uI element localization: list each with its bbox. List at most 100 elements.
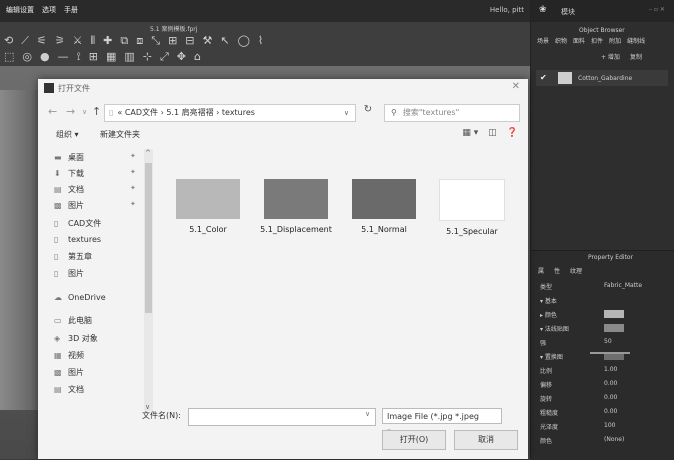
tool-icon[interactable]: ⚞: [55, 34, 65, 48]
tool-icon[interactable]: ⫴: [91, 34, 96, 48]
file-thumbnail: [439, 179, 505, 221]
property-value[interactable]: 1.00: [604, 366, 617, 373]
tool-icon[interactable]: ✥: [177, 50, 186, 64]
tool-icon[interactable]: ↖: [220, 34, 229, 48]
forward-arrow-icon[interactable]: →: [66, 105, 75, 118]
texture-swatch[interactable]: [604, 324, 624, 332]
sidebar-item[interactable]: ▯ 图片: [54, 268, 84, 279]
property-value[interactable]: (None): [604, 436, 624, 443]
ob-tab[interactable]: 附加: [609, 36, 621, 45]
tool-icon[interactable]: ◯: [238, 34, 250, 48]
property-editor-tabs: 属 性 纹理: [538, 266, 582, 275]
help-icon[interactable]: ❓: [507, 128, 518, 138]
copy-button[interactable]: 复制: [630, 52, 642, 61]
filename-dropdown-icon[interactable]: ∨: [365, 410, 370, 418]
tool-icon[interactable]: ⚔: [73, 34, 83, 48]
tool-icon[interactable]: ●: [40, 50, 50, 64]
property-value[interactable]: 100: [604, 422, 615, 429]
tool-icon[interactable]: ◎: [22, 50, 32, 64]
tool-icon[interactable]: ⟟: [77, 50, 81, 64]
navigation-scrollbar[interactable]: ^ ∨: [144, 149, 153, 411]
file-item[interactable]: 5.1_Color: [172, 179, 244, 234]
tool-icon[interactable]: ⊟: [185, 34, 194, 48]
strength-slider[interactable]: [590, 352, 630, 354]
file-item[interactable]: 5.1_Normal: [348, 179, 420, 234]
tool-icon[interactable]: ⊹: [143, 50, 152, 64]
file-item[interactable]: 5.1_Specular: [436, 179, 508, 236]
open-button[interactable]: 打开(O): [382, 430, 446, 450]
sidebar-item[interactable]: ▩ 图片: [54, 367, 84, 378]
address-dropdown-icon[interactable]: ∨: [344, 105, 349, 121]
object-list-item[interactable]: ✔ Cotton_Gabardine: [536, 70, 668, 86]
ob-tab[interactable]: 缝制线: [627, 36, 645, 45]
tool-icon[interactable]: ⌇: [258, 34, 263, 48]
property-value[interactable]: 0.00: [604, 380, 617, 387]
sidebar-item[interactable]: ◈ 3D 对象: [54, 333, 98, 344]
pe-tab[interactable]: 纹理: [570, 266, 582, 275]
download-icon: ⬇: [54, 169, 61, 178]
tool-icon[interactable]: ⧉: [120, 34, 128, 48]
sidebar-item[interactable]: ▦ 视频: [54, 350, 84, 361]
organize-button[interactable]: 组织 ▾: [56, 129, 79, 140]
tool-icon[interactable]: ⧈: [136, 34, 143, 48]
search-input[interactable]: ⚲ 搜索"textures": [384, 104, 520, 122]
tool-icon[interactable]: ⌂: [194, 50, 201, 64]
refresh-icon[interactable]: ↻: [358, 104, 378, 120]
property-value[interactable]: 50: [604, 338, 612, 345]
up-arrow-icon[interactable]: ↑: [92, 105, 101, 118]
window-controls-icon[interactable]: – ▫ ✕: [649, 6, 665, 13]
filename-input[interactable]: [188, 408, 376, 426]
ob-tab[interactable]: 织物: [555, 36, 567, 45]
ob-tab[interactable]: 场景: [537, 36, 549, 45]
tool-icon[interactable]: ⤡: [151, 34, 160, 48]
property-value[interactable]: 0.00: [604, 408, 617, 415]
menu-item-edit-settings[interactable]: 编辑设置: [6, 5, 34, 15]
preview-pane-icon[interactable]: ◫: [488, 128, 497, 138]
video-icon: ▦: [54, 351, 62, 360]
close-icon[interactable]: ✕: [512, 81, 520, 92]
chevron-down-icon[interactable]: ∨: [82, 108, 87, 116]
address-bar[interactable]: ▯ « CAD文件 › 5.1 肩亮褶褶 › textures ∨: [104, 104, 356, 122]
sidebar-item[interactable]: ▯ CAD文件: [54, 218, 101, 229]
ob-tab[interactable]: 扣件: [591, 36, 603, 45]
sidebar-item[interactable]: ⬇ 下载: [54, 168, 84, 179]
sidebar-item[interactable]: ▤ 文档: [54, 384, 84, 395]
menu-item-manual[interactable]: 手册: [64, 5, 78, 15]
tool-icon[interactable]: ⚟: [37, 34, 47, 48]
scrollbar-thumb[interactable]: [145, 163, 152, 313]
ob-tab[interactable]: 面料: [573, 36, 585, 45]
pe-tab[interactable]: 性: [554, 266, 560, 275]
tool-icon[interactable]: ⬚: [4, 50, 14, 64]
sidebar-item[interactable]: ▯ textures: [54, 235, 101, 244]
filetype-select[interactable]: Image File (*.jpg *.jpeg *.png ∨: [382, 408, 502, 437]
sidebar-item[interactable]: ▤ 文档: [54, 184, 84, 195]
cancel-button[interactable]: 取消: [454, 430, 518, 450]
tool-icon[interactable]: ⊞: [168, 34, 177, 48]
new-folder-button[interactable]: 新建文件夹: [100, 129, 140, 140]
property-value[interactable]: Fabric_Matte: [604, 282, 642, 289]
tool-icon[interactable]: ✚: [103, 34, 112, 48]
sidebar-item[interactable]: ▭ 此电脑: [54, 315, 92, 326]
tab-modules[interactable]: 模块: [561, 7, 575, 17]
sidebar-item[interactable]: ▯ 第五章: [54, 251, 92, 262]
sidebar-item[interactable]: ▬ 桌面: [54, 152, 84, 163]
tool-icon[interactable]: ⊞: [89, 50, 98, 64]
scroll-up-icon[interactable]: ^: [145, 149, 151, 157]
menu-item-options[interactable]: 选项: [42, 5, 56, 15]
add-button[interactable]: + 增加: [601, 52, 620, 61]
tool-icon[interactable]: ⟲: [4, 34, 13, 48]
tool-icon[interactable]: —: [58, 50, 69, 64]
tool-icon[interactable]: ▦: [106, 50, 116, 64]
tool-icon[interactable]: ▥: [124, 50, 134, 64]
property-value[interactable]: 0.00: [604, 394, 617, 401]
texture-swatch[interactable]: [604, 310, 624, 318]
back-arrow-icon[interactable]: ←: [48, 105, 57, 118]
sidebar-item[interactable]: ▩ 图片: [54, 200, 84, 211]
pe-tab[interactable]: 属: [538, 266, 544, 275]
tool-icon[interactable]: ⤢: [160, 50, 169, 64]
file-item[interactable]: 5.1_Displacement: [260, 179, 332, 234]
view-mode-icon[interactable]: ▦ ▾: [462, 128, 478, 138]
tool-icon[interactable]: ⟋: [21, 34, 29, 48]
tool-icon[interactable]: ⚒: [203, 34, 213, 48]
sidebar-item[interactable]: ☁ OneDrive: [54, 293, 106, 302]
